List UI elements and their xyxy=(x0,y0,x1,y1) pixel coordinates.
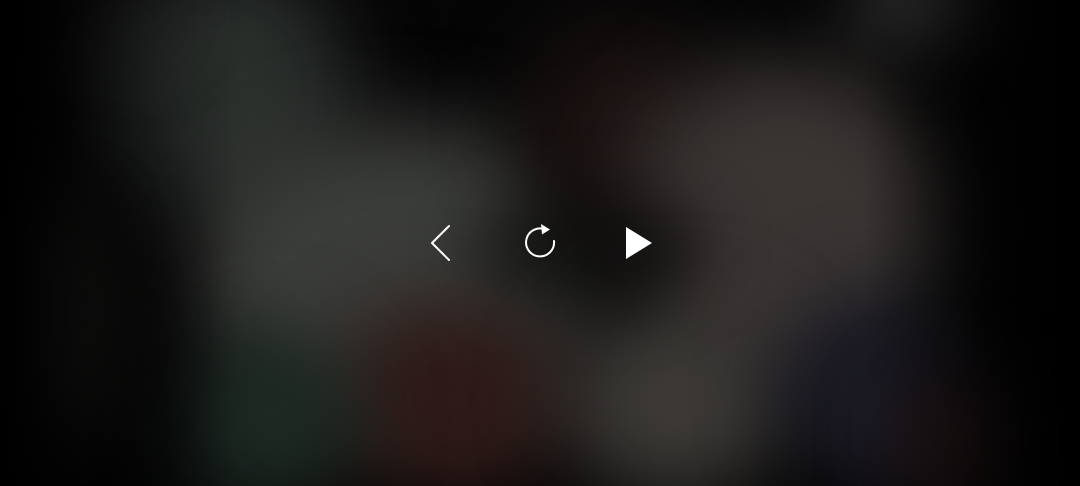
play-button[interactable] xyxy=(616,221,660,265)
playback-controls xyxy=(0,0,1080,486)
chevron-left-icon xyxy=(431,225,450,261)
replay-icon xyxy=(525,224,556,258)
previous-button[interactable] xyxy=(420,222,460,264)
play-icon xyxy=(626,227,652,259)
video-player[interactable] xyxy=(0,0,1080,486)
replay-button[interactable] xyxy=(518,221,562,265)
